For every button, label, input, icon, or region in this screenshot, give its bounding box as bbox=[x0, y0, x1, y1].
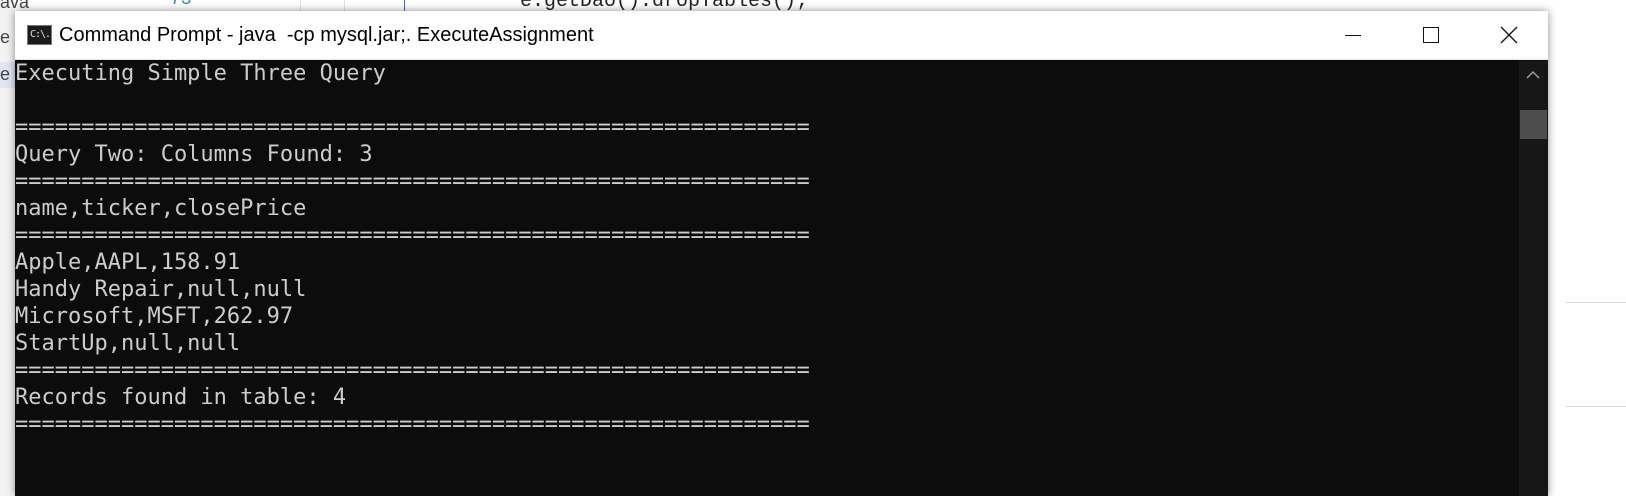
maximize-icon bbox=[1423, 27, 1439, 43]
console-line: Handy Repair,null,null bbox=[15, 277, 307, 302]
scrollbar-thumb[interactable] bbox=[1520, 110, 1547, 139]
console-line: Records found in table: 4 bbox=[15, 385, 347, 410]
minimize-button[interactable] bbox=[1313, 11, 1391, 59]
console-line: Query Two: Columns Found: 3 bbox=[15, 142, 373, 167]
close-icon bbox=[1500, 26, 1518, 44]
console-separator: ========================================… bbox=[15, 115, 810, 140]
console-line: StartUp,null,null bbox=[15, 331, 241, 356]
background-divider bbox=[1566, 406, 1626, 407]
background-line-number: 73 bbox=[170, 0, 192, 10]
command-prompt-icon[interactable]: C:\. bbox=[27, 25, 52, 45]
background-file-item[interactable]: e bbox=[0, 64, 10, 85]
console-line: Microsoft,MSFT,262.97 bbox=[15, 304, 294, 329]
vertical-scrollbar[interactable] bbox=[1519, 60, 1548, 496]
console-line: Apple,AAPL,158.91 bbox=[15, 250, 241, 275]
console-line: Executing Simple Three Query bbox=[15, 61, 386, 86]
window-title: Command Prompt - java -cp mysql.jar;. Ex… bbox=[59, 24, 594, 46]
console-separator: ========================================… bbox=[15, 412, 810, 437]
maximize-button[interactable] bbox=[1391, 11, 1469, 59]
close-button[interactable] bbox=[1469, 11, 1547, 59]
background-divider bbox=[1566, 302, 1626, 303]
background-file-item[interactable]: e bbox=[0, 27, 10, 48]
console-separator: ========================================… bbox=[15, 358, 810, 383]
minimize-icon bbox=[1345, 35, 1361, 36]
command-prompt-icon-text: C:\. bbox=[30, 29, 51, 40]
console-separator: ========================================… bbox=[15, 169, 810, 194]
console-line: name,ticker,closePrice bbox=[15, 196, 307, 221]
console-output[interactable]: Executing Simple Three Query ===========… bbox=[15, 60, 1519, 496]
window-titlebar[interactable]: C:\. Command Prompt - java -cp mysql.jar… bbox=[15, 11, 1548, 60]
command-prompt-window[interactable]: C:\. Command Prompt - java -cp mysql.jar… bbox=[15, 11, 1548, 496]
console-separator: ========================================… bbox=[15, 223, 810, 248]
scroll-up-arrow-icon[interactable] bbox=[1526, 70, 1540, 80]
